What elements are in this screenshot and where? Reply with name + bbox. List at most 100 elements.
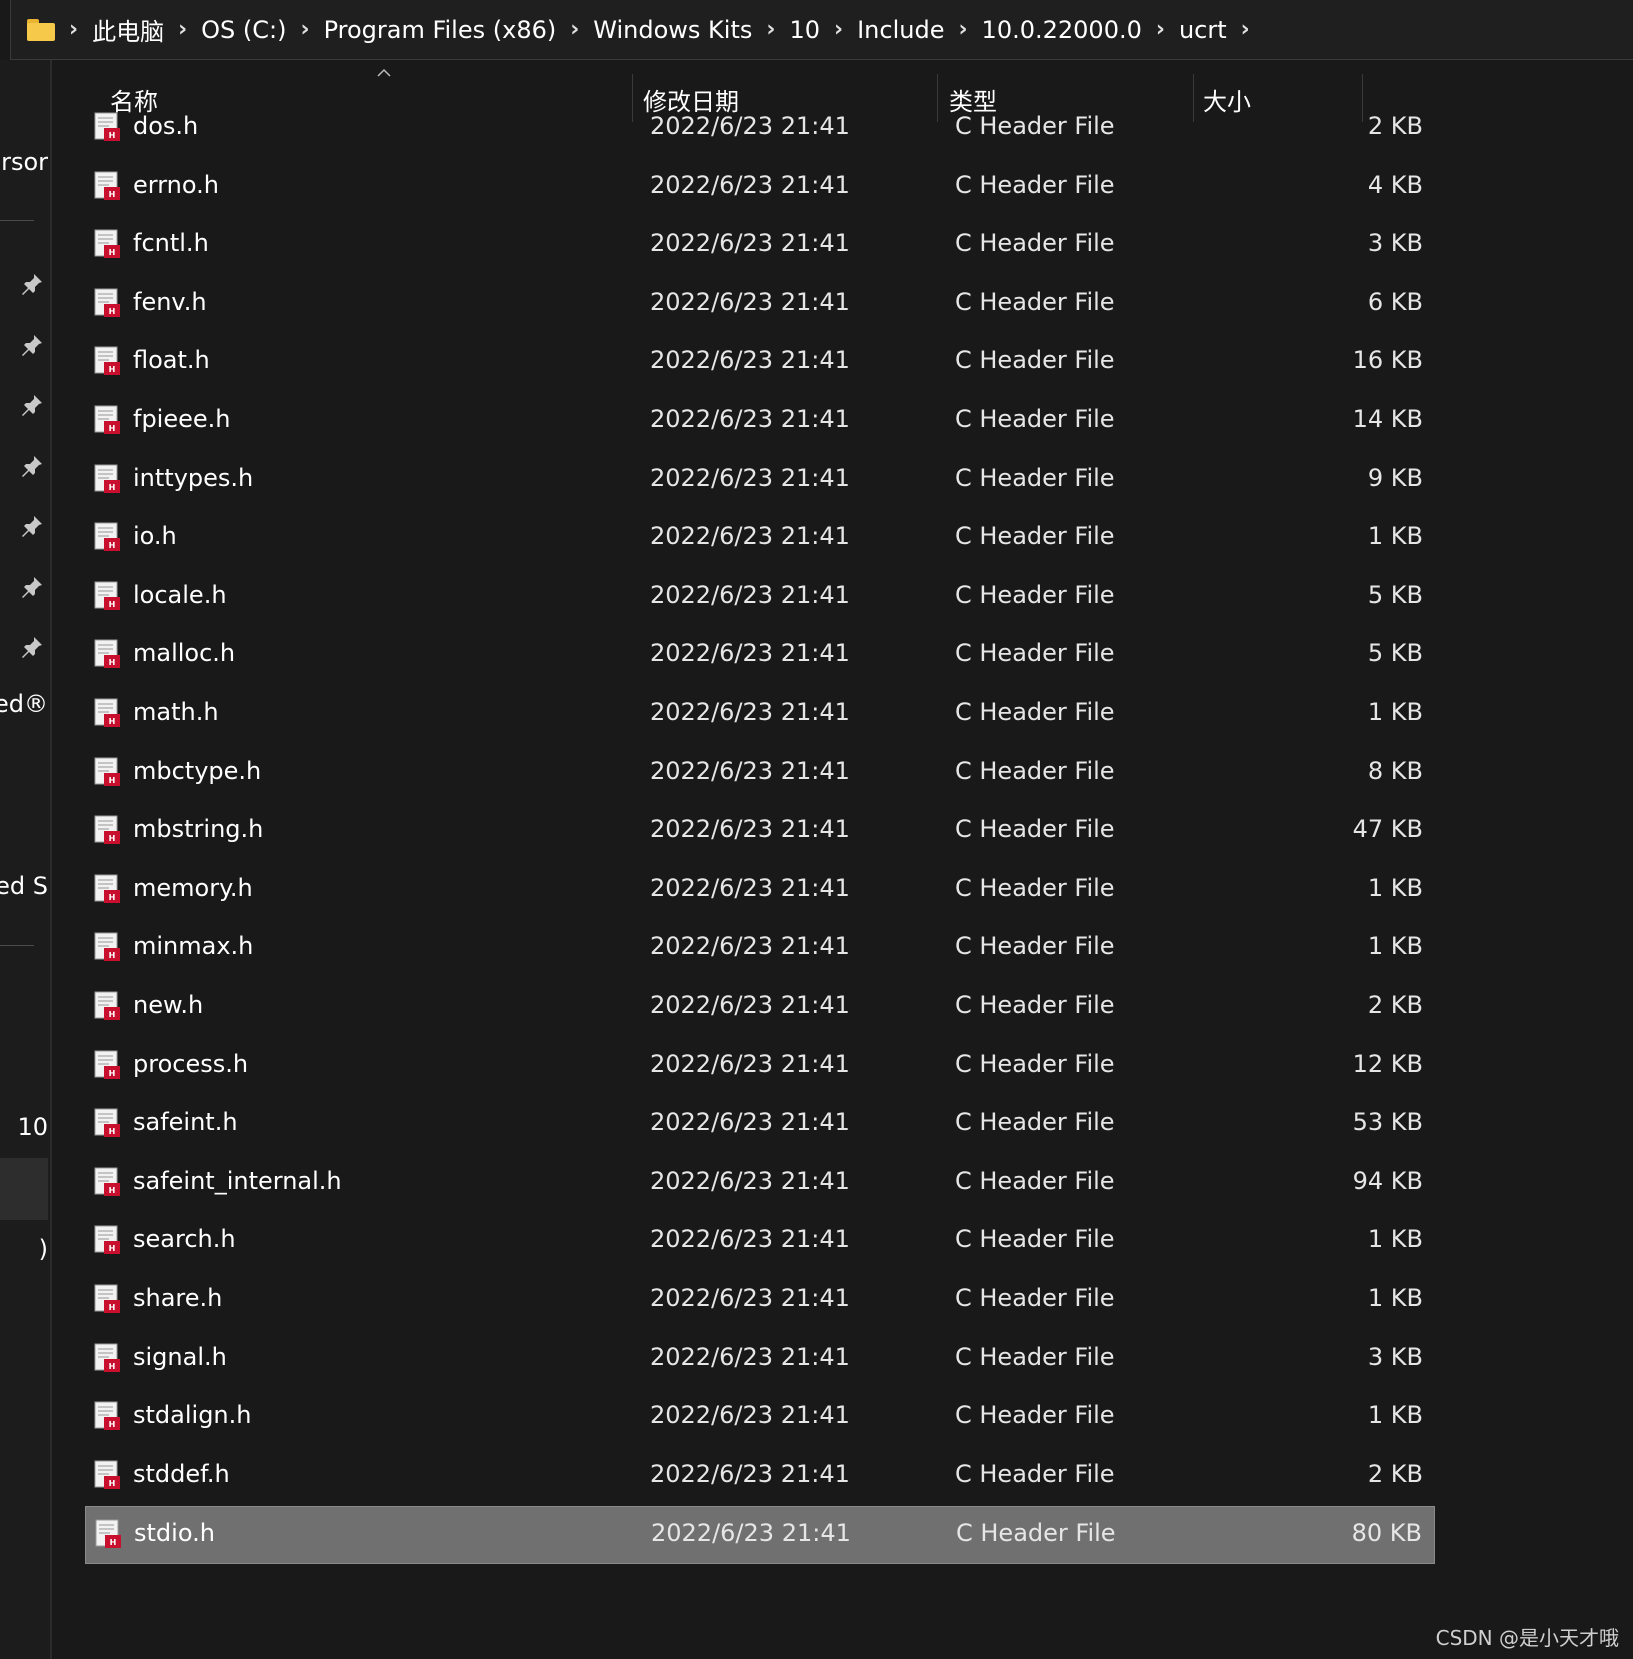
file-size: 80 KB — [1351, 1519, 1422, 1548]
file-type: C Header File — [955, 639, 1115, 668]
file-modified-date: 2022/6/23 21:41 — [650, 756, 850, 785]
nav-item-label[interactable]: 10 — [17, 1113, 48, 1141]
breadcrumb-separator-icon[interactable]: › — [69, 17, 78, 42]
file-row[interactable]: Hfpieee.h 2022/6/23 21:41 C Header File 14 … — [85, 393, 1435, 451]
nav-item-label[interactable]: ed® — [0, 690, 48, 718]
file-row[interactable]: Hlocale.h 2022/6/23 21:41 C Header File 5 K… — [85, 569, 1435, 627]
file-row[interactable]: Hmath.h 2022/6/23 21:41 C Header File 1 KB — [85, 686, 1435, 744]
file-modified-date: 2022/6/23 21:41 — [650, 1108, 850, 1137]
svg-text:H: H — [109, 1362, 116, 1371]
file-row[interactable]: Hfloat.h 2022/6/23 21:41 C Header File 16 K… — [85, 334, 1435, 392]
file-size: 12 KB — [1352, 1049, 1423, 1078]
file-size: 1 KB — [1367, 1401, 1423, 1430]
breadcrumb-separator-icon[interactable]: › — [1156, 17, 1165, 42]
file-type: C Header File — [956, 1519, 1116, 1548]
svg-text:H: H — [109, 248, 116, 257]
pin-icon[interactable] — [20, 575, 44, 599]
file-name: new.h — [133, 991, 204, 1019]
file-name: inttypes.h — [133, 463, 254, 492]
c-header-file-icon: H — [94, 1284, 120, 1313]
file-row[interactable]: Hdos.h 2022/6/23 21:41 C Header File 2 KB — [85, 100, 1435, 158]
file-row[interactable]: Hminmax.h 2022/6/23 21:41 C Header File 1 K… — [85, 920, 1435, 978]
file-row[interactable]: Hsearch.h 2022/6/23 21:41 C Header File 1 K… — [85, 1213, 1435, 1271]
nav-item-label[interactable]: ) — [39, 1235, 48, 1263]
breadcrumb-separator-icon[interactable]: › — [766, 17, 775, 42]
breadcrumb-item[interactable]: OS (C:) — [201, 16, 286, 44]
file-name: mbctype.h — [133, 756, 262, 785]
breadcrumb-separator-icon[interactable]: › — [178, 17, 187, 42]
file-row[interactable]: Hmalloc.h 2022/6/23 21:41 C Header File 5 K… — [85, 627, 1435, 685]
file-row[interactable]: Hio.h 2022/6/23 21:41 C Header File 1 KB — [85, 510, 1435, 568]
file-row[interactable]: Hmbstring.h 2022/6/23 21:41 C Header File 4… — [85, 803, 1435, 861]
file-modified-date: 2022/6/23 21:41 — [650, 405, 850, 433]
svg-text:H: H — [109, 483, 116, 492]
watermark: CSDN @是小天才哦 — [1435, 1626, 1619, 1650]
breadcrumb-item[interactable]: ucrt — [1179, 16, 1227, 44]
file-row[interactable]: Hinttypes.h 2022/6/23 21:41 C Header File 9… — [85, 452, 1435, 510]
c-header-file-icon: H — [94, 522, 120, 552]
breadcrumb-separator-icon[interactable]: › — [834, 17, 843, 42]
address-bar[interactable]: › 此电脑 › OS (C:) › Program Files (x86) › Windows… — [10, 0, 1633, 60]
file-name: errno.h — [133, 170, 219, 199]
breadcrumb-item[interactable]: Include — [857, 16, 944, 44]
file-row[interactable]: Hsafeint.h 2022/6/23 21:41 C Header File 53… — [85, 1096, 1435, 1154]
nav-separator — [0, 945, 34, 946]
file-type: C Header File — [955, 522, 1115, 551]
svg-text:H: H — [109, 424, 116, 433]
file-name: fpieee.h — [133, 405, 231, 433]
navigation-pane[interactable]: rsor ed® ed S 10) — [0, 60, 52, 1659]
svg-text:H: H — [109, 600, 116, 609]
file-row[interactable]: Hfcntl.h 2022/6/23 21:41 C Header File 3 KB — [85, 217, 1435, 275]
file-row[interactable]: Hnew.h 2022/6/23 21:41 C Header File 2 KB — [85, 979, 1435, 1037]
breadcrumb-item[interactable]: Windows Kits — [593, 16, 752, 44]
file-row[interactable]: Hmemory.h 2022/6/23 21:41 C Header File 1 K… — [85, 862, 1435, 920]
file-name: mbstring.h — [133, 815, 264, 844]
breadcrumb-separator-icon[interactable]: › — [570, 17, 579, 42]
file-size: 6 KB — [1367, 287, 1423, 316]
file-modified-date: 2022/6/23 21:41 — [650, 229, 850, 258]
breadcrumb-separator-icon[interactable]: › — [300, 17, 309, 42]
file-type: C Header File — [955, 991, 1115, 1019]
sort-ascending-icon — [377, 68, 391, 77]
svg-text:H: H — [109, 1069, 116, 1078]
breadcrumb-item[interactable]: 10.0.22000.0 — [982, 16, 1142, 44]
pin-icon[interactable] — [20, 454, 44, 478]
file-name: float.h — [133, 346, 210, 375]
file-row[interactable]: Hsignal.h 2022/6/23 21:41 C Header File 3 K… — [85, 1331, 1435, 1389]
folder-icon — [27, 18, 55, 41]
file-row[interactable]: Hshare.h 2022/6/23 21:41 C Header File 1 KB — [85, 1272, 1435, 1330]
c-header-file-icon: H — [94, 464, 120, 493]
pin-icon[interactable] — [20, 393, 44, 417]
nav-item-label[interactable]: rsor — [1, 148, 48, 176]
nav-item-label[interactable]: ed S — [0, 872, 48, 900]
file-size: 5 KB — [1367, 580, 1423, 609]
c-header-file-icon: H — [95, 1519, 121, 1549]
c-header-file-icon: H — [94, 757, 120, 786]
nav-item-selected[interactable] — [0, 1158, 48, 1220]
c-header-file-icon: H — [94, 112, 120, 141]
file-row[interactable]: Hfenv.h 2022/6/23 21:41 C Header File 6 KB — [85, 276, 1435, 334]
pin-icon[interactable] — [20, 635, 44, 659]
file-row[interactable]: Hstdalign.h 2022/6/23 21:41 C Header File 1… — [85, 1389, 1435, 1447]
file-row[interactable]: Hstddef.h 2022/6/23 21:41 C Header File 2 K… — [85, 1448, 1435, 1506]
file-type: C Header File — [955, 346, 1115, 375]
file-row[interactable]: Hmbctype.h 2022/6/23 21:41 C Header File 8 … — [85, 745, 1435, 803]
breadcrumb-item[interactable]: 此电脑 — [92, 12, 164, 47]
file-type: C Header File — [955, 1225, 1115, 1254]
breadcrumb-item[interactable]: 10 — [789, 16, 820, 44]
c-header-file-icon: H — [94, 874, 120, 903]
file-type: C Header File — [955, 287, 1115, 316]
file-row[interactable]: Hstdio.h 2022/6/23 21:41 C Header File 80 K… — [85, 1506, 1435, 1565]
pin-icon[interactable] — [20, 272, 44, 296]
file-size: 5 KB — [1367, 639, 1423, 668]
pin-icon[interactable] — [20, 514, 44, 538]
file-row[interactable]: Herrno.h 2022/6/23 21:41 C Header File 4 KB — [85, 159, 1435, 217]
file-type: C Header File — [955, 1401, 1115, 1430]
file-modified-date: 2022/6/23 21:41 — [650, 639, 850, 668]
breadcrumb-separator-icon[interactable]: › — [958, 17, 967, 42]
file-row[interactable]: Hsafeint_internal.h 2022/6/23 21:41 C Head… — [85, 1155, 1435, 1213]
breadcrumb-separator-icon[interactable]: › — [1241, 17, 1250, 42]
file-row[interactable]: Hprocess.h 2022/6/23 21:41 C Header File 12… — [85, 1038, 1435, 1096]
pin-icon[interactable] — [20, 333, 44, 357]
breadcrumb-item[interactable]: Program Files (x86) — [324, 16, 557, 44]
